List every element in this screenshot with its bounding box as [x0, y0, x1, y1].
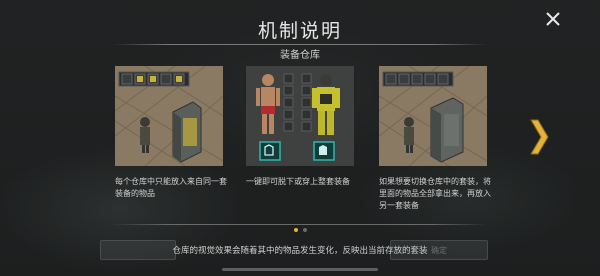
card-description-2: 一键即可脱下或穿上整套装备 [246, 177, 350, 186]
pagination-dots [0, 228, 600, 232]
dialog-subtitle: 装备仓库 [280, 50, 320, 61]
close-button[interactable] [538, 6, 568, 32]
tutorial-image-2 [246, 66, 354, 166]
footer-note: 仓库的视觉效果会随着其中的物品发生变化，反映出当前存放的套装 [172, 246, 428, 256]
card-description-3: 如果想要切换仓库中的套装，将里面的物品全部拿出来，再放入另一套装备 [379, 177, 491, 210]
page-dot-1[interactable] [293, 228, 298, 232]
tutorial-image-1 [115, 66, 223, 166]
footer-divider [112, 224, 488, 225]
chevron-right-icon [530, 119, 549, 155]
close-icon [546, 12, 560, 26]
next-page-button[interactable] [528, 118, 550, 156]
card-description-1: 每个仓库中只能放入来自同一套装备的物品 [115, 177, 227, 198]
header-divider [112, 44, 488, 45]
page-dot-2[interactable] [302, 228, 307, 232]
tutorial-image-3 [379, 66, 487, 166]
bottom-scrollbar [222, 268, 378, 271]
dialog-title: 机制说明 [257, 20, 342, 42]
